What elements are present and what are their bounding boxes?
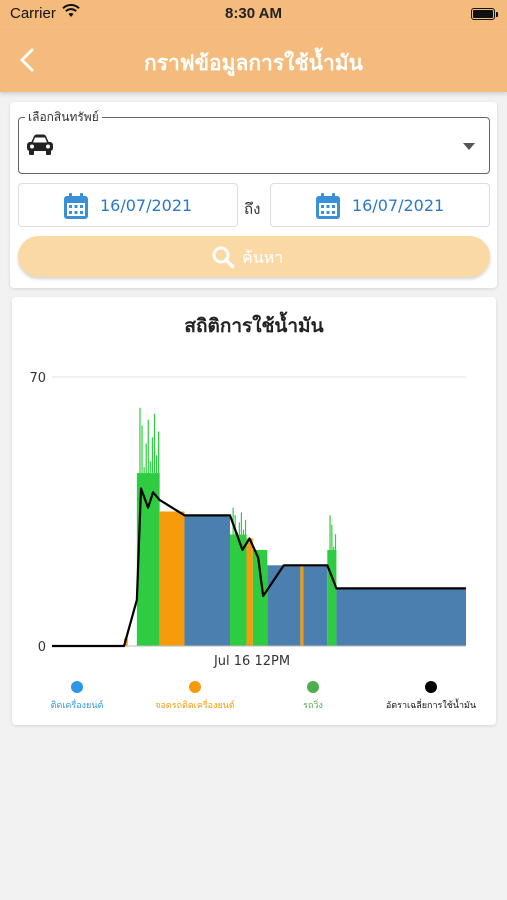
legend-label: จอดรถติดเครื่องยนต์ [155,701,235,711]
legend-dot [425,681,437,693]
x-tick-label: Jul 16 12PM [213,654,290,669]
to-date-value: 16/07/2021 [352,196,445,215]
y-tick-label: 70 [29,371,46,386]
fuel-usage-chart: 0 70 Jul 16 12PM [29,371,466,669]
legend-item: รถวิ่ง [248,681,378,712]
caret-down-icon [463,143,475,150]
legend-item: ติดเครื่องยนต์ [12,681,142,712]
car-icon [27,134,53,155]
search-label: ค้นหา [242,248,284,267]
y-tick-label: 0 [38,640,46,655]
segment-moving [230,534,247,646]
calendar-icon [316,193,340,219]
legend-label: อัตราเฉลี่ยการใช้น้ำมัน [385,701,477,711]
calendar-icon [64,193,88,219]
asset-select-label: เลือกสินทรัพย์ [25,108,102,127]
from-date-field[interactable]: 16/07/2021 [18,183,238,227]
segment-moving [327,549,337,646]
segment-parked [300,565,304,646]
to-label: ถึง [244,200,261,218]
asset-select[interactable]: เลือกสินทรัพย์ [18,108,490,174]
segment-idle [303,565,328,646]
filter-card: เลือกสินทรัพย์ 16/07/2021 ถึง 16/07/2021… [10,102,497,288]
segment-parked [159,511,185,646]
legend-dot [307,681,319,693]
legend-item: อัตราเฉลี่ยการใช้น้ำมัน [366,681,496,712]
search-icon [212,246,235,269]
status-time: 8:30 AM [225,5,282,22]
legend-label: รถวิ่ง [303,701,323,711]
page-title: กราฟข้อมูลการใช้น้ำมัน [144,51,363,75]
status-bar: Carrier 8:30 AM [0,0,507,30]
nav-bar: กราฟข้อมูลการใช้น้ำมัน [0,30,507,92]
segment-parked [246,538,253,646]
to-date-field[interactable]: 16/07/2021 [270,183,490,227]
legend-dot [189,681,201,693]
segment-idle [184,515,231,646]
search-button[interactable]: ค้นหา [18,236,490,277]
from-date-value: 16/07/2021 [100,196,193,215]
battery-icon [471,8,498,20]
legend-item: จอดรถติดเครื่องยนต์ [130,681,260,712]
chart-card: สถิติการใช้น้ำมัน 0 70 Jul 16 12PM ติดเครื… [12,297,496,725]
segment-idle [267,565,301,646]
legend-dot [71,681,83,693]
legend-label: ติดเครื่องยนต์ [50,701,104,711]
segment-idle [336,588,466,646]
